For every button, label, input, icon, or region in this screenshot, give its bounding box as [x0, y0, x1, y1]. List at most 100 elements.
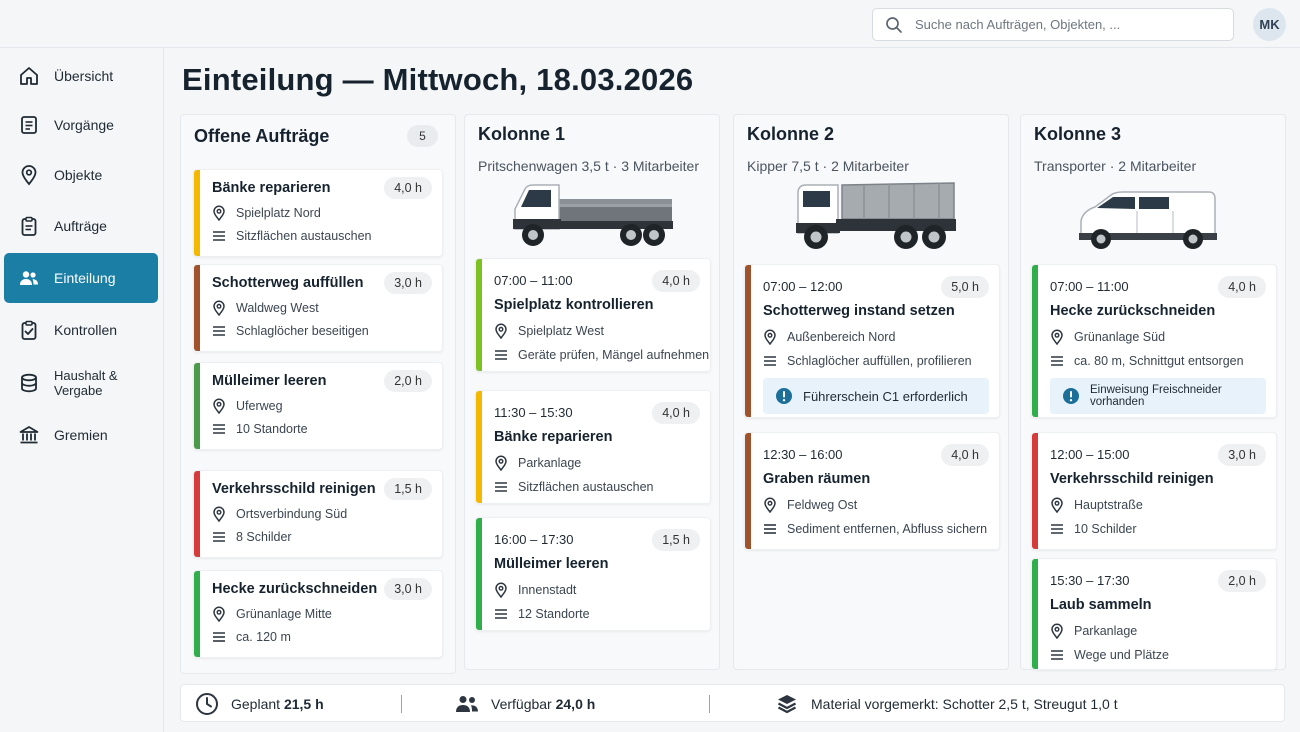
location-text: Innenstadt — [518, 583, 577, 597]
task-text: Geräte prüfen, Mängel aufnehmen — [518, 348, 710, 362]
search-box[interactable] — [872, 8, 1234, 41]
available-value: 24,0 h — [555, 696, 596, 712]
location-row: Parkanlage — [494, 455, 581, 471]
time-range: 12:30 – 16:00 — [763, 447, 843, 462]
hours-badge: 1,5 h — [652, 529, 700, 551]
task-text: Sitzflächen austauschen — [518, 480, 654, 494]
column-title: Kolonne 3 — [1034, 124, 1122, 144]
map-pin-icon — [494, 582, 508, 598]
divider — [709, 695, 710, 713]
list-icon — [212, 325, 226, 337]
order-title: Bänke reparieren — [212, 180, 331, 196]
hours-badge: 4,0 h — [652, 270, 700, 292]
sidebar-item-objekte[interactable]: Objekte — [4, 150, 158, 200]
map-pin-icon — [212, 506, 226, 522]
location-row: Innenstadt — [494, 582, 576, 598]
map-pin-icon — [1050, 623, 1064, 639]
priority-stripe — [745, 265, 751, 417]
sidebar-item-gremien[interactable]: Gremien — [4, 410, 158, 460]
location-text: Spielplatz Nord — [236, 206, 321, 220]
scheduled-order-card[interactable]: 07:00 – 12:00 5,0 h Schotterweg instand se… — [744, 264, 1000, 418]
scheduled-order-card[interactable]: 07:00 – 11:00 4,0 h Spielplatz kontrollier… — [475, 258, 711, 372]
map-pin-icon — [18, 164, 40, 186]
hours-badge: 2,0 h — [1218, 570, 1266, 592]
sidebar-item-einteilung[interactable]: Einteilung — [4, 253, 158, 303]
search-input[interactable] — [915, 17, 1215, 32]
people-icon — [18, 267, 40, 289]
clipboard-icon — [18, 215, 40, 237]
priority-stripe — [194, 170, 200, 256]
scheduled-order-card[interactable]: 16:00 – 17:30 1,5 h Mülleimer leeren Innens… — [475, 517, 711, 631]
open-order-card[interactable]: Bänke reparieren 4,0 h Spielplatz Nord Sitz… — [193, 169, 443, 257]
page-title: Einteilung — Mittwoch, 18.03.2026 — [182, 62, 694, 97]
list-icon — [494, 349, 508, 361]
open-order-card[interactable]: Verkehrsschild reinigen 1,5 h Ortsverbindu… — [193, 470, 443, 558]
priority-stripe — [745, 433, 751, 549]
scheduled-order-card[interactable]: 12:30 – 16:00 4,0 h Graben räumen Feldweg O… — [744, 432, 1000, 550]
sidebar-item-kontrollen[interactable]: Kontrollen — [4, 305, 158, 355]
database-icon — [18, 372, 40, 394]
priority-stripe — [1032, 265, 1038, 417]
open-order-card[interactable]: Mülleimer leeren 2,0 h Uferweg 10 Standorte — [193, 362, 443, 450]
order-title: Verkehrsschild reinigen — [212, 481, 376, 497]
hours-badge: 4,0 h — [652, 402, 700, 424]
task-text: Sitzflächen austauschen — [236, 229, 372, 243]
scheduled-order-card[interactable]: 12:00 – 15:00 3,0 h Verkehrsschild reinige… — [1031, 432, 1277, 550]
flatbed-truck-icon — [511, 179, 675, 249]
institution-icon — [18, 424, 40, 446]
location-row: Feldweg Ost — [763, 497, 857, 513]
sidebar-item-uebersicht[interactable]: Übersicht — [4, 51, 158, 101]
location-row: Spielplatz West — [494, 323, 604, 339]
home-icon — [18, 65, 40, 87]
note-text: Einweisung Freischneider vorhanden — [1090, 384, 1222, 408]
priority-stripe — [194, 571, 200, 657]
available-label: Verfügbar — [491, 696, 552, 712]
note-text: Führerschein C1 erforderlich — [803, 388, 968, 404]
clipboard-check-icon — [18, 319, 40, 341]
open-order-card[interactable]: Schotterweg auffüllen 3,0 h Waldweg West Sc… — [193, 264, 443, 352]
top-bar: MK — [0, 0, 1300, 48]
priority-stripe — [1032, 433, 1038, 549]
location-text: Parkanlage — [518, 456, 582, 470]
list-icon — [763, 355, 777, 367]
sidebar-item-vorgaenge[interactable]: Vorgänge — [4, 100, 158, 150]
count-badge: 5 — [407, 125, 438, 147]
location-text: Außenbereich Nord — [787, 330, 896, 344]
sidebar-item-label: Aufträge — [54, 218, 107, 234]
sidebar-item-auftraege[interactable]: Aufträge — [4, 201, 158, 251]
scheduled-order-card[interactable]: 11:30 – 15:30 4,0 h Bänke reparieren Parkan… — [475, 390, 711, 504]
location-text: Hauptstraße — [1074, 498, 1143, 512]
sidebar: Übersicht Vorgänge Objekte Aufträge Eint… — [0, 48, 164, 732]
open-order-card[interactable]: Hecke zurückschneiden 3,0 h Grünanlage Mit… — [193, 570, 443, 658]
task-text: 10 Schilder — [1074, 522, 1137, 536]
order-title: Schotterweg instand setzen — [763, 303, 955, 319]
list-icon — [1050, 355, 1064, 367]
hours-badge: 3,0 h — [1218, 444, 1266, 466]
scheduled-order-card[interactable]: 15:30 – 17:30 2,0 h Laub sammeln Parkanlage… — [1031, 558, 1277, 670]
order-title: Hecke zurückschneiden — [1050, 303, 1216, 319]
location-row: Waldweg West — [212, 300, 319, 316]
user-avatar[interactable]: MK — [1253, 8, 1286, 41]
map-pin-icon — [494, 323, 508, 339]
van-icon — [1077, 189, 1219, 251]
priority-stripe — [476, 518, 482, 630]
summary-bar: Geplant 21,5 h Verfügbar 24,0 h Material… — [180, 684, 1285, 722]
priority-stripe — [194, 471, 200, 557]
scheduled-order-card[interactable]: 07:00 – 11:00 4,0 h Hecke zurückschneiden G… — [1031, 264, 1277, 418]
time-range: 16:00 – 17:30 — [494, 532, 574, 547]
order-title: Bänke reparieren — [494, 429, 613, 445]
task-row: ca. 120 m — [212, 630, 291, 644]
column-title: Kolonne 2 — [747, 124, 835, 144]
hours-badge: 4,0 h — [384, 177, 432, 199]
task-text: Sediment entfernen, Abfluss sichern — [787, 522, 988, 536]
divider — [401, 695, 402, 713]
priority-stripe — [194, 265, 200, 351]
dump-truck-icon — [794, 179, 958, 251]
map-pin-icon — [212, 205, 226, 221]
task-row: Schlaglöcher auffüllen, profilieren — [763, 354, 972, 368]
list-icon — [212, 230, 226, 242]
location-text: Waldweg West — [236, 301, 319, 315]
list-icon — [763, 523, 777, 535]
task-text: 8 Schilder — [236, 530, 292, 544]
sidebar-item-haushalt-vergabe[interactable]: Haushalt & Vergabe — [4, 358, 158, 408]
